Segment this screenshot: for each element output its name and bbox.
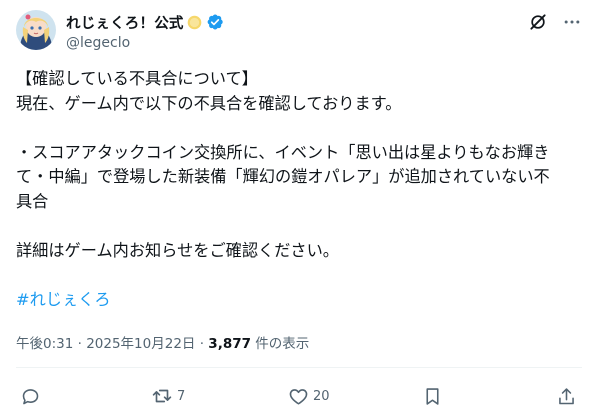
tweet-line: 詳細はゲーム内お知らせをご確認ください。 xyxy=(16,240,339,260)
tweet-line xyxy=(16,263,586,288)
tweet-line: 【確認している不具合について】 xyxy=(16,69,258,88)
tweet-line: て・中編」で登場した新装備「輝幻の鎧オパレア」が追加されていない不 xyxy=(16,167,550,186)
bookmark-icon xyxy=(426,387,439,405)
verified-badge-icon xyxy=(207,14,223,30)
gold-status-icon xyxy=(187,15,201,29)
retweet-count: 7 xyxy=(177,388,186,404)
reply-icon xyxy=(22,388,39,404)
grok-icon[interactable] xyxy=(528,12,548,32)
tweet-line: 現在、ゲーム内で以下の不具合を確認しております。 xyxy=(16,93,402,113)
like-count: 20 xyxy=(313,388,330,404)
tweet-header: れじぇくろ！公式 @legeclo xyxy=(16,10,582,58)
tweet-date[interactable]: 2025年10月22日 xyxy=(86,336,195,352)
share-icon xyxy=(559,387,574,404)
action-bar: 7 20 xyxy=(16,384,582,408)
meta-separator: · xyxy=(73,336,87,352)
meta-separator: · xyxy=(195,336,209,352)
reply-button[interactable] xyxy=(20,384,41,408)
like-icon xyxy=(289,388,308,405)
display-name[interactable]: れじぇくろ！公式 xyxy=(66,12,184,33)
tweet-time[interactable]: 午後0:31 xyxy=(16,336,73,352)
tweet-text: 【確認している不具合について】 現在、ゲーム内で以下の不具合を確認しております。… xyxy=(16,67,586,312)
tweet-meta: 午後0:31 · 2025年10月22日 · 3,877 件の表示 xyxy=(16,332,309,352)
like-button[interactable]: 20 xyxy=(288,384,330,408)
bookmark-button[interactable] xyxy=(422,384,443,408)
tweet-line xyxy=(16,214,586,239)
share-button[interactable] xyxy=(556,384,577,408)
tweet-line: 具合 xyxy=(16,191,49,211)
views-label: 件の表示 xyxy=(251,336,310,352)
retweet-icon xyxy=(152,389,172,403)
views-count: 3,877 xyxy=(208,336,251,352)
avatar[interactable] xyxy=(16,10,56,50)
retweet-button[interactable]: 7 xyxy=(151,384,185,408)
more-icon[interactable] xyxy=(562,12,582,32)
hashtag-link[interactable]: #れじぇくろ xyxy=(16,288,586,313)
tweet-line xyxy=(16,116,586,141)
handle[interactable]: @legeclo xyxy=(66,35,224,51)
divider xyxy=(16,367,582,368)
tweet-line: ・スコアアタックコイン交換所に、イベント「思い出は星よりもなお輝き xyxy=(16,142,550,162)
